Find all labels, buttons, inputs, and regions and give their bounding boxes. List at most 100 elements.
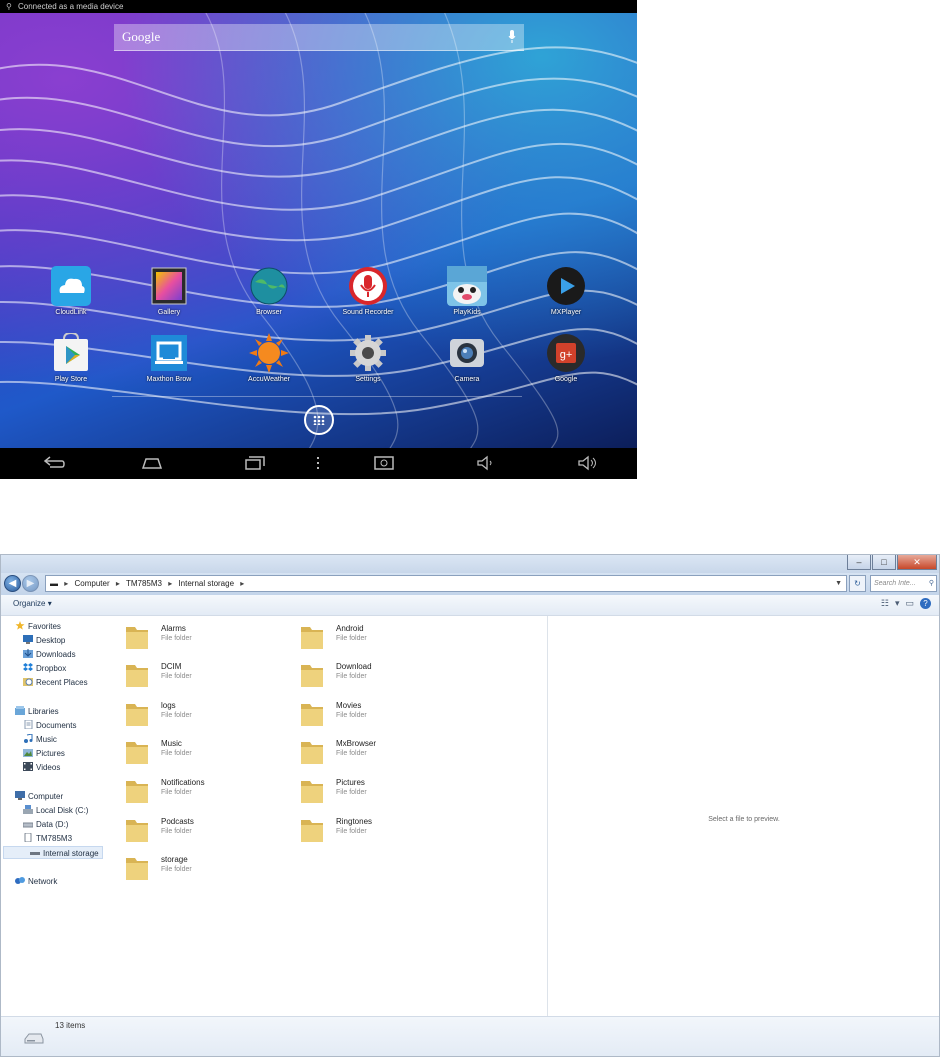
nav-desktop[interactable]: Desktop — [23, 634, 65, 647]
address-dropdown-icon[interactable]: ▼ — [835, 576, 842, 591]
nav-internal-storage[interactable]: Internal storage — [3, 846, 103, 859]
grid-icon — [313, 415, 325, 425]
folder-item[interactable]: Alarms File folder — [118, 620, 278, 654]
window-controls: – □ ✕ — [846, 555, 937, 572]
app-google[interactable]: g+ Google — [521, 333, 611, 383]
explorer-window: – □ ✕ ◀ ▶ ▬ ▸ Computer ▸ TM785M3 ▸ Interna… — [0, 554, 940, 1057]
downloads-icon — [23, 649, 33, 658]
folder-item[interactable]: Music File folder — [118, 735, 278, 769]
folder-name: Alarms — [161, 624, 186, 633]
view-dropdown-icon[interactable]: ▾ — [895, 598, 900, 608]
title-bar: – □ ✕ — [1, 555, 939, 573]
folder-icon — [126, 820, 148, 842]
nav-computer[interactable]: Computer — [15, 790, 63, 803]
app-gallery[interactable]: Gallery — [124, 266, 214, 316]
navigation-pane: Favorites Desktop Downloads Dropbox Rece… — [1, 616, 113, 1016]
nav-data-drive[interactable]: Data (D:) — [23, 818, 68, 831]
nav-favorites[interactable]: Favorites — [15, 620, 61, 633]
breadcrumb-computer[interactable]: Computer — [74, 579, 109, 588]
app-drawer-button[interactable] — [304, 405, 334, 435]
menu-icon[interactable] — [306, 454, 330, 472]
device-icon — [24, 833, 32, 842]
microphone-icon — [348, 266, 388, 306]
app-play-store[interactable]: Play Store — [26, 331, 116, 383]
cloud-icon — [51, 266, 91, 306]
folder-item[interactable]: Download File folder — [293, 658, 453, 692]
nav-libraries[interactable]: Libraries — [15, 705, 59, 718]
organize-menu[interactable]: Organize ▾ — [13, 599, 52, 608]
local-disk-icon — [23, 805, 33, 814]
minimize-button[interactable]: – — [847, 555, 871, 570]
app-playkids[interactable]: PlayKids — [422, 266, 512, 316]
videos-icon — [23, 762, 33, 771]
close-button[interactable]: ✕ — [897, 555, 937, 570]
nav-pictures[interactable]: Pictures — [23, 747, 65, 760]
app-camera[interactable]: Camera — [422, 333, 512, 383]
google-plus-icon: g+ — [546, 333, 586, 373]
google-search-bar[interactable]: Google — [114, 24, 524, 51]
app-label: Google — [554, 376, 578, 383]
microphone-icon[interactable] — [508, 30, 516, 44]
app-maxthon[interactable]: Maxthon Brow — [124, 333, 214, 383]
folder-item[interactable]: Notifications File folder — [118, 774, 278, 808]
recents-icon[interactable] — [243, 454, 267, 472]
view-options-icon[interactable]: ☷ — [881, 598, 889, 608]
folder-item[interactable]: Pictures File folder — [293, 774, 453, 808]
folder-name: Notifications — [161, 778, 205, 787]
volume-up-icon[interactable] — [576, 454, 600, 472]
folder-item[interactable]: Android File folder — [293, 620, 453, 654]
nav-downloads[interactable]: Downloads — [23, 648, 76, 661]
nav-device[interactable]: TM785M3 — [23, 832, 72, 845]
preview-pane: Select a file to preview. — [547, 616, 939, 1016]
folder-type: File folder — [336, 712, 367, 719]
drive-icon — [24, 1033, 44, 1044]
app-settings[interactable]: Settings — [323, 333, 413, 383]
help-icon[interactable]: ? — [920, 598, 931, 609]
globe-icon — [249, 266, 289, 306]
nav-documents[interactable]: Documents — [23, 719, 76, 732]
folder-item[interactable]: Movies File folder — [293, 697, 453, 731]
screenshot-icon[interactable] — [372, 454, 396, 472]
nav-recent-places[interactable]: Recent Places — [23, 676, 88, 689]
folder-item[interactable]: MxBrowser File folder — [293, 735, 453, 769]
app-browser[interactable]: Browser — [224, 266, 314, 316]
nav-music[interactable]: Music — [23, 733, 57, 746]
nav-local-disk[interactable]: Local Disk (C:) — [23, 804, 88, 817]
preview-pane-icon[interactable]: ▭ — [905, 598, 914, 608]
folder-icon — [301, 781, 323, 803]
dropbox-icon — [23, 663, 33, 671]
google-search-label: Google — [122, 29, 161, 44]
folder-item[interactable]: logs File folder — [118, 697, 278, 731]
app-cloudlink[interactable]: CloudLink — [26, 266, 116, 316]
folder-name: Pictures — [336, 778, 365, 787]
breadcrumb-internal-storage[interactable]: Internal storage — [178, 579, 234, 588]
nav-network[interactable]: Network — [15, 875, 57, 888]
desktop-icon — [23, 635, 33, 644]
home-icon[interactable] — [140, 454, 164, 472]
folder-type: File folder — [336, 828, 367, 835]
nav-dropbox[interactable]: Dropbox — [23, 662, 66, 675]
folder-item[interactable]: DCIM File folder — [118, 658, 278, 692]
folder-name: storage — [161, 855, 188, 864]
folder-type: File folder — [161, 789, 192, 796]
folder-item[interactable]: storage File folder — [118, 851, 278, 885]
refresh-button[interactable]: ↻ — [849, 575, 866, 592]
folder-item[interactable]: Ringtones File folder — [293, 813, 453, 847]
nav-videos[interactable]: Videos — [23, 761, 60, 774]
app-sound-recorder[interactable]: Sound Recorder — [323, 266, 413, 316]
breadcrumb-device[interactable]: TM785M3 — [126, 579, 162, 588]
search-icon[interactable]: ⚲ — [929, 576, 934, 591]
app-accuweather[interactable]: AccuWeather — [224, 333, 314, 383]
search-input[interactable]: Search Inte... ⚲ — [870, 575, 937, 592]
forward-button[interactable]: ▶ — [22, 575, 39, 592]
folder-type: File folder — [336, 789, 367, 796]
back-button[interactable]: ◀ — [4, 575, 21, 592]
address-bar[interactable]: ▬ ▸ Computer ▸ TM785M3 ▸ Internal storag… — [45, 575, 847, 592]
folder-icon — [301, 627, 323, 649]
file-list: Alarms File folder DCIM File folder logs… — [113, 616, 547, 1016]
maximize-button[interactable]: □ — [872, 555, 896, 570]
app-mxplayer[interactable]: MXPlayer — [521, 266, 611, 316]
folder-item[interactable]: Podcasts File folder — [118, 813, 278, 847]
back-icon[interactable] — [42, 454, 66, 472]
volume-down-icon[interactable] — [474, 454, 498, 472]
